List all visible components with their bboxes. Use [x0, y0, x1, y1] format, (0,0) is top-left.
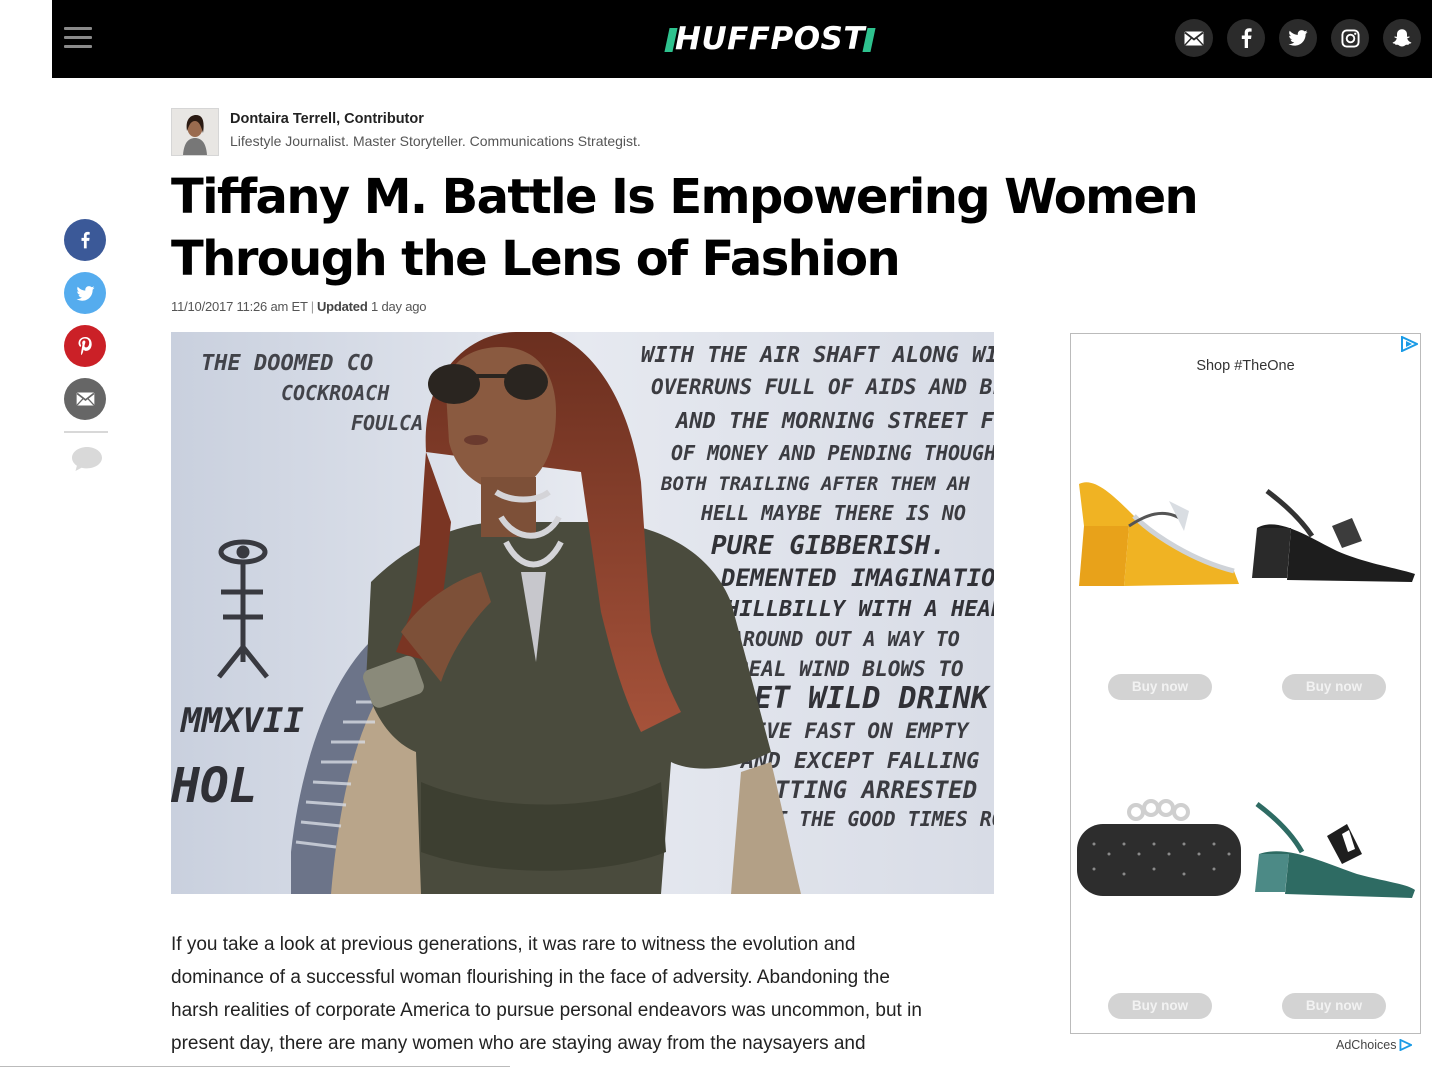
comment-icon[interactable] — [69, 445, 105, 473]
page-bottom-divider — [0, 1066, 510, 1067]
svg-text:HILLBILLY WITH A HEART: HILLBILLY WITH A HEART — [725, 597, 994, 622]
svg-text:AND THE MORNING STREET FULL: AND THE MORNING STREET FULL — [674, 409, 994, 434]
ad-product-yellow-pump[interactable] — [1074, 456, 1244, 596]
svg-text:LET WILD DRINK: LET WILD DRINK — [736, 681, 992, 716]
share-email-button[interactable] — [64, 378, 106, 420]
adchoices-icon — [1399, 1038, 1414, 1052]
author-name[interactable]: Dontaira Terrell, Contributor — [230, 111, 424, 127]
svg-text:AND EXCEPT FALLING: AND EXCEPT FALLING — [739, 749, 979, 774]
svg-text:WITH THE AIR SHAFT ALONG WITH: WITH THE AIR SHAFT ALONG WITH — [641, 343, 994, 368]
svg-text:LIVE FAST ON EMPTY: LIVE FAST ON EMPTY — [741, 719, 970, 743]
svg-text:OVERRUNS FULL OF AIDS AND BLUR: OVERRUNS FULL OF AIDS AND BLUR — [651, 375, 994, 399]
facebook-icon[interactable] — [1227, 19, 1265, 57]
ad-buy-now-button-1[interactable]: Buy now — [1108, 674, 1212, 700]
svg-text:FOULCA: FOULCA — [351, 411, 423, 435]
ad-info-triangle-icon[interactable] — [1400, 336, 1418, 352]
mail-icon[interactable] — [1175, 19, 1213, 57]
updated-label: Updated — [316, 299, 368, 314]
published-time: 11/10/2017 11:26 am ET — [171, 299, 308, 314]
instagram-icon[interactable] — [1331, 19, 1369, 57]
share-rail — [64, 219, 108, 478]
article-headline: Tiffany M. Battle Is Empowering Women Th… — [171, 166, 1221, 290]
body-line-3: harsh realities of corporate America to … — [171, 1000, 922, 1021]
headline-line-2: Through the Lens of Fashion — [171, 231, 901, 287]
twitter-icon — [76, 285, 94, 301]
ad-product-black-slingback[interactable] — [1247, 456, 1417, 596]
author-byline: Dontaira Terrell, Contributor Lifestyle … — [171, 108, 771, 156]
svg-text:DEMENTED IMAGINATION: DEMENTED IMAGINATION — [720, 564, 994, 592]
huffpost-logo[interactable]: HUFFPOST — [664, 20, 876, 58]
svg-text:HOL: HOL — [171, 758, 258, 814]
updated-time: 1 day ago — [371, 299, 427, 314]
svg-text:MMXVII: MMXVII — [180, 701, 304, 741]
body-line-4: present day, there are many women who ar… — [171, 1033, 866, 1054]
svg-text:LET THE GOOD TIMES ROLL: LET THE GOOD TIMES ROLL — [751, 807, 994, 831]
timestamp-separator: | — [310, 299, 314, 314]
ad-product-green-slingback[interactable] — [1247, 794, 1417, 934]
author-bio: Lifestyle Journalist. Master Storyteller… — [230, 133, 641, 149]
share-divider — [64, 431, 108, 433]
ad-title: Shop #TheOne — [1196, 358, 1295, 374]
svg-text:OF MONEY AND PENDING THOUGHTS: OF MONEY AND PENDING THOUGHTS — [671, 441, 994, 465]
svg-text:HELL MAYBE THERE IS NO: HELL MAYBE THERE IS NO — [700, 501, 966, 525]
author-avatar[interactable] — [171, 108, 219, 156]
svg-text:THE DOOMED CO: THE DOOMED CO — [201, 351, 373, 376]
body-line-2: dominance of a successful woman flourish… — [171, 967, 890, 988]
headline-line-1: Tiffany M. Battle Is Empowering Women — [171, 169, 1199, 225]
ad-buy-now-button-3[interactable]: Buy now — [1108, 993, 1212, 1019]
article-timestamp: 11/10/2017 11:26 am ET | Updated 1 day ago — [171, 299, 427, 314]
twitter-icon[interactable] — [1279, 19, 1317, 57]
header-social-links — [1175, 19, 1421, 57]
ad-product-studded-clutch[interactable] — [1074, 794, 1244, 934]
svg-text:PURE GIBBERISH.: PURE GIBBERISH. — [711, 531, 946, 561]
svg-text:BOTH TRAILING AFTER THEM AH: BOTH TRAILING AFTER THEM AH — [660, 473, 970, 495]
ad-buy-now-button-4[interactable]: Buy now — [1282, 993, 1386, 1019]
ad-buy-now-button-2[interactable]: Buy now — [1282, 674, 1386, 700]
logo-text: HUFFPOST — [675, 21, 866, 57]
hamburger-menu-icon[interactable] — [64, 27, 92, 49]
svg-text:GETTING ARRESTED: GETTING ARRESTED — [746, 776, 977, 804]
sidebar-ad[interactable]: Shop #TheOne Buy now Buy now Buy now Buy… — [1070, 333, 1421, 1034]
snapchat-icon[interactable] — [1383, 19, 1421, 57]
email-icon — [76, 392, 94, 406]
top-navigation-bar: HUFFPOST — [52, 0, 1432, 78]
svg-text:REAL WIND BLOWS TO: REAL WIND BLOWS TO — [736, 657, 964, 681]
share-twitter-button[interactable] — [64, 272, 106, 314]
body-line-1: If you take a look at previous generatio… — [171, 934, 856, 955]
svg-text:AROUND OUT A WAY TO: AROUND OUT A WAY TO — [729, 627, 960, 651]
adchoices-label: AdChoices — [1336, 1038, 1397, 1052]
share-pinterest-button[interactable] — [64, 325, 106, 367]
adchoices-link[interactable]: AdChoices — [1336, 1038, 1414, 1052]
pinterest-icon — [78, 337, 92, 355]
share-facebook-button[interactable] — [64, 219, 106, 261]
facebook-icon — [81, 231, 90, 249]
article-body: If you take a look at previous generatio… — [171, 928, 1001, 1060]
hero-image[interactable]: THE DOOMED CO COCKROACH FOULCA WITH THE … — [171, 332, 994, 894]
svg-text:COCKROACH: COCKROACH — [281, 381, 390, 405]
